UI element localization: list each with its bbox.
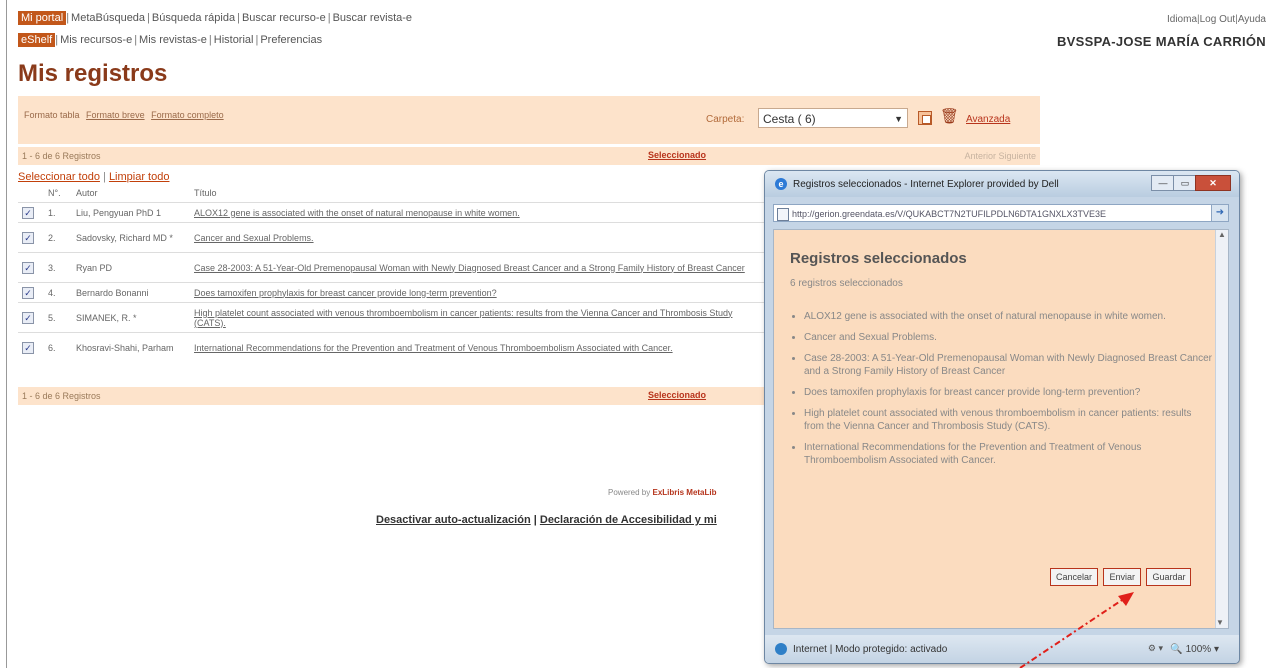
annotation-arrow [1019,592,1134,668]
